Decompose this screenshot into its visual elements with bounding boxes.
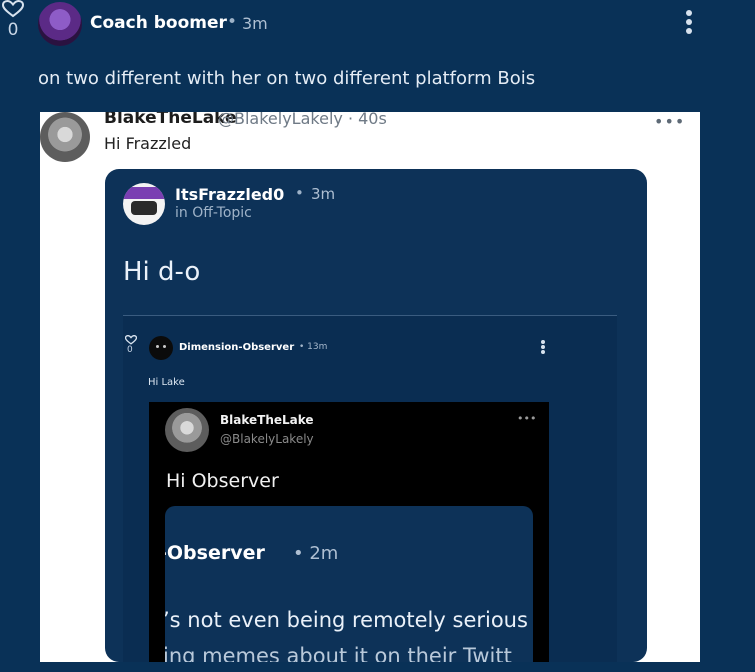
embedded-avatar: [123, 183, 165, 225]
deep-text-2: ing memes about it on their Twitt: [165, 644, 512, 662]
nested-tweet-name: BlakeTheLake: [220, 413, 314, 427]
embedded-time: 3m: [311, 185, 336, 203]
embedded-text: Hi d-o: [123, 257, 201, 287]
tweet-avatar: [40, 112, 90, 162]
tweet-author-name: BlakeTheLake: [104, 112, 237, 128]
embedded-channel: in Off-Topic: [175, 205, 252, 221]
embedded-author-name: ItsFrazzled0: [175, 185, 285, 204]
avatar[interactable]: [38, 2, 82, 46]
nested-like-count: 0: [127, 345, 133, 355]
nested-author-name: Dimension-Observer: [179, 342, 295, 353]
deep-time: • 2m: [293, 543, 339, 564]
heart-icon[interactable]: [0, 0, 26, 18]
separator-dot: •: [227, 12, 238, 32]
deep-post-card: -Observer • 2m ’s not even being remotel…: [165, 506, 533, 662]
deep-author-name: -Observer: [165, 542, 265, 564]
author-name[interactable]: Coach boomer: [90, 13, 227, 33]
post-text: on two different with her on two differe…: [38, 68, 536, 89]
nested-tweet-more-icon: •••: [517, 412, 537, 425]
nested-tweet-avatar: [165, 408, 209, 452]
screenshot-image[interactable]: BlakeTheLake @BlakelyLakely · 40s ••• Hi…: [40, 112, 700, 662]
deep-text: ’s not even being remotely serious: [165, 608, 528, 632]
like-column: 0: [0, 0, 26, 40]
tweet-handle: @BlakelyLakely · 40s: [218, 112, 387, 128]
nested-avatar: [149, 336, 173, 360]
nested-more-icon: [541, 340, 545, 354]
nested-tweet-text: Hi Observer: [166, 470, 279, 492]
nested-time: • 13m: [299, 342, 328, 352]
tweet-text: Hi Frazzled: [104, 134, 192, 153]
like-count: 0: [7, 20, 19, 40]
nested-text: Hi Lake: [148, 377, 185, 388]
more-options-icon[interactable]: [682, 10, 696, 38]
post-time: 3m: [242, 14, 268, 33]
embedded-post-card: ItsFrazzled0 • 3m in Off-Topic Hi d-o 0 …: [105, 169, 647, 662]
tweet-more-icon: •••: [654, 112, 686, 131]
nested-tweet-handle: @BlakelyLakely: [220, 432, 314, 446]
nested-tweet: BlakeTheLake @BlakelyLakely ••• Hi Obser…: [149, 402, 549, 662]
embedded-separator: •: [295, 184, 304, 202]
nested-screenshot: 0 Dimension-Observer • 13m Hi Lake Blake…: [123, 315, 617, 662]
